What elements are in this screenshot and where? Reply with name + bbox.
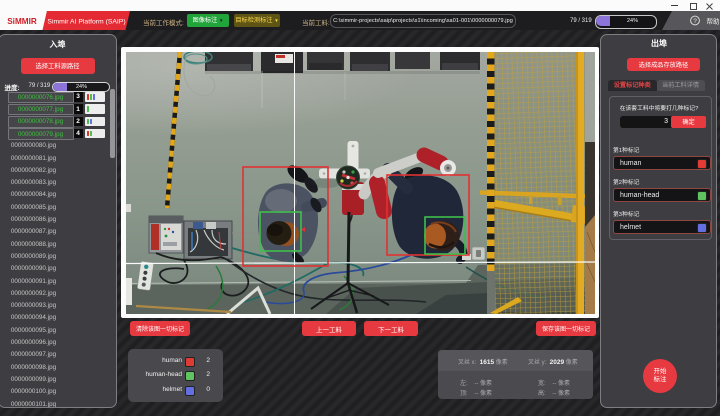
svg-text:?: ?: [693, 18, 697, 25]
svg-text:Simmir AI Platform (SAIP): Simmir AI Platform (SAIP): [47, 19, 125, 26]
svg-text:帮助: 帮助: [707, 16, 720, 25]
svg-text:SiMMIR: SiMMIR: [7, 17, 37, 26]
